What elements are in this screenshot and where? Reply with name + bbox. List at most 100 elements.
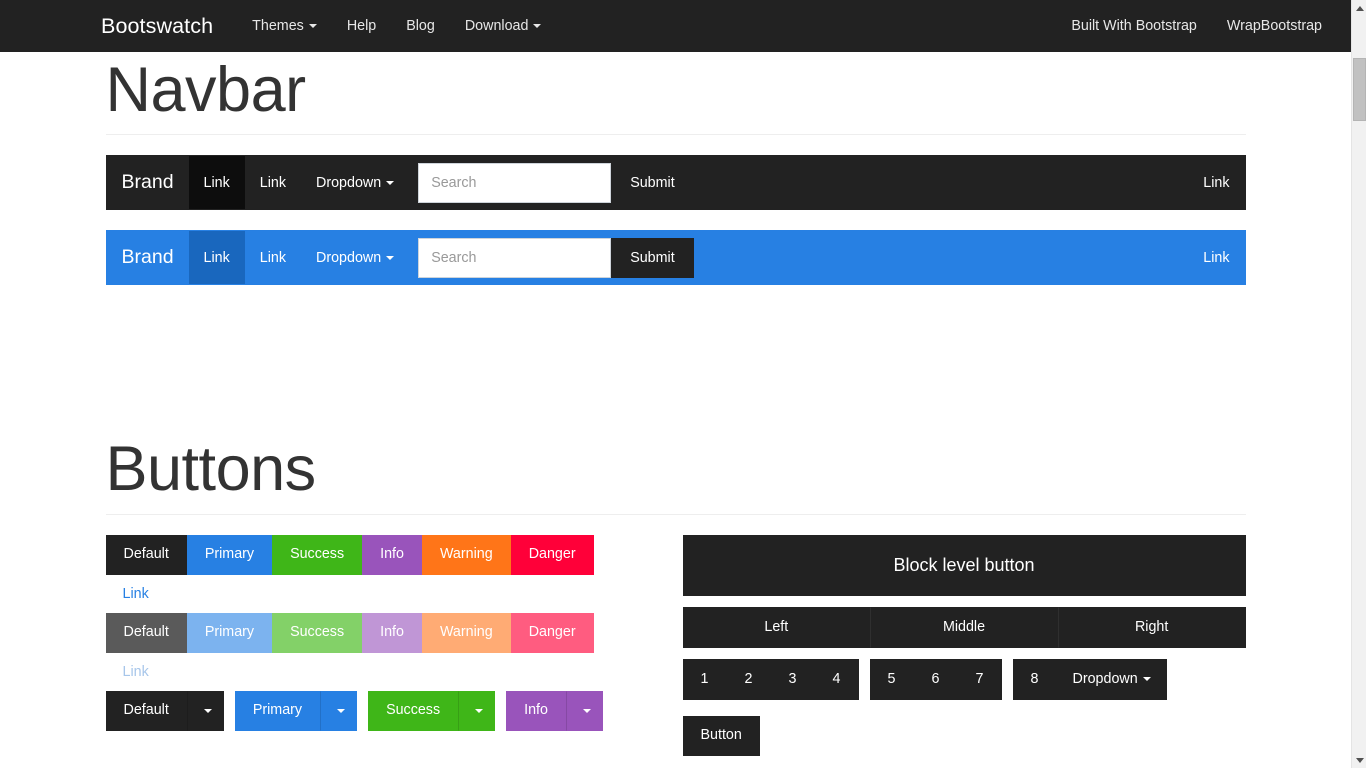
vertical-scrollbar[interactable]: [1351, 0, 1366, 768]
chevron-down-icon: [475, 708, 484, 713]
split-dropdown-success-main[interactable]: Success: [368, 690, 459, 731]
button-danger-disabled[interactable]: Danger: [510, 612, 594, 653]
submit-button[interactable]: Submit: [611, 162, 694, 203]
demo-navbar-dark-right-link[interactable]: Link: [1188, 156, 1244, 209]
demo-navbar-primary-link-active[interactable]: Link: [188, 231, 245, 285]
button-num-3[interactable]: 3: [770, 658, 815, 700]
page-content: Navbar Brand Link Link Dropdown Submit L…: [0, 52, 1351, 768]
site-brand-link[interactable]: Bootswatch: [101, 14, 213, 39]
nav-item-help[interactable]: Help: [332, 0, 391, 52]
button-num-4[interactable]: 4: [814, 658, 859, 700]
button-success-disabled[interactable]: Success: [272, 612, 363, 653]
chevron-down-icon: [203, 708, 212, 713]
button-success[interactable]: Success: [272, 534, 363, 575]
chevron-down-icon: [386, 180, 395, 185]
buttons-row: Default Primary Success Info Warning Dan…: [105, 534, 1246, 756]
nav-item-wrapbootstrap[interactable]: WrapBootstrap: [1212, 0, 1337, 52]
nav-item-themes[interactable]: Themes: [237, 0, 332, 52]
chevron-down-icon: [582, 708, 591, 713]
search-input[interactable]: [418, 237, 612, 278]
nav-item-download[interactable]: Download: [450, 0, 557, 52]
button-danger[interactable]: Danger: [510, 534, 594, 575]
site-navbar: Bootswatch Themes Help Blog Download Bui…: [0, 0, 1351, 52]
demo-navbar-dark-form: Submit: [409, 156, 694, 209]
button-default[interactable]: Default: [105, 534, 187, 575]
demo-navbar-dark-brand[interactable]: Brand: [107, 156, 189, 209]
numbered-button-group-1: 1 2 3 4: [682, 658, 859, 700]
numbered-button-group-3: 8 Dropdown: [1012, 658, 1167, 700]
demo-navbar-dark-dropdown[interactable]: Dropdown: [301, 156, 409, 209]
button-num-1[interactable]: 1: [682, 658, 727, 700]
split-dropdown-success: Success: [368, 690, 496, 731]
content-container: Navbar Brand Link Link Dropdown Submit L…: [105, 52, 1246, 756]
nav-item-blog[interactable]: Blog: [391, 0, 450, 52]
justified-button-group: Left Middle Right: [682, 606, 1246, 648]
demo-navbar-primary-right-link[interactable]: Link: [1188, 231, 1244, 284]
chevron-down-icon: [386, 255, 395, 260]
button-group-dropdown[interactable]: Dropdown: [1056, 658, 1167, 700]
button-default-disabled[interactable]: Default: [105, 612, 187, 653]
scroll-down-arrow-icon[interactable]: [1352, 752, 1366, 768]
split-dropdown-primary: Primary: [234, 690, 358, 731]
split-dropdown-info: Info: [506, 690, 603, 731]
demo-navbar-dark-right: Link: [1188, 156, 1244, 209]
buttons-left-column: Default Primary Success Info Warning Dan…: [105, 534, 669, 756]
block-level-button[interactable]: Block level button: [682, 534, 1246, 596]
button-warning-disabled[interactable]: Warning: [421, 612, 511, 653]
demo-navbar-primary-dropdown-label: Dropdown: [316, 249, 382, 266]
button-link-normal[interactable]: Link: [106, 575, 669, 613]
button-left[interactable]: Left: [682, 606, 871, 648]
button-num-7[interactable]: 7: [957, 658, 1002, 700]
demo-navbar-primary: Brand Link Link Dropdown Submit Link: [105, 230, 1246, 286]
button-num-6[interactable]: 6: [913, 658, 958, 700]
chevron-down-icon: [308, 24, 317, 29]
page-title-buttons: Buttons: [105, 434, 317, 505]
split-dropdown-default: Default: [105, 690, 224, 731]
demo-navbar-dark-link[interactable]: Link: [245, 156, 301, 209]
demo-navbar-dark-link-active[interactable]: Link: [188, 156, 245, 210]
button-primary[interactable]: Primary: [186, 534, 273, 575]
button-group-dropdown-label: Dropdown: [1072, 670, 1138, 687]
button-right[interactable]: Right: [1057, 606, 1246, 648]
demo-navbar-primary-brand[interactable]: Brand: [107, 231, 189, 284]
button-warning[interactable]: Warning: [421, 534, 511, 575]
search-input[interactable]: [418, 162, 612, 203]
submit-button[interactable]: Submit: [611, 237, 694, 278]
navbar-section-header: Navbar: [105, 52, 1246, 136]
buttons-right-column: Block level button Left Middle Right 1 2…: [682, 534, 1246, 756]
button-num-8[interactable]: 8: [1012, 658, 1057, 700]
lone-button[interactable]: Button: [682, 715, 760, 756]
chevron-down-icon: [337, 708, 346, 713]
button-info-disabled[interactable]: Info: [362, 612, 422, 653]
button-row-normal: Default Primary Success Info Warning Dan…: [105, 534, 669, 575]
demo-navbar-primary-form: Submit: [409, 231, 694, 284]
nav-item-download-label: Download: [464, 18, 529, 34]
button-middle[interactable]: Middle: [870, 606, 1058, 648]
chevron-down-icon: [533, 24, 542, 29]
nav-item-built-with-bootstrap[interactable]: Built With Bootstrap: [1056, 0, 1212, 52]
demo-navbar-primary-link[interactable]: Link: [245, 231, 301, 284]
button-primary-disabled[interactable]: Primary: [186, 612, 273, 653]
button-num-5[interactable]: 5: [869, 658, 914, 700]
demo-navbar-primary-right: Link: [1188, 231, 1244, 284]
numbered-button-group-2: 5 6 7: [869, 658, 1002, 700]
split-dropdown-primary-toggle[interactable]: [320, 690, 358, 731]
buttons-section-header: Buttons: [105, 434, 1246, 515]
split-dropdown-success-toggle[interactable]: [458, 690, 496, 731]
split-dropdown-default-main[interactable]: Default: [105, 690, 187, 731]
nav-item-themes-label: Themes: [252, 18, 304, 34]
demo-navbar-primary-dropdown[interactable]: Dropdown: [301, 231, 409, 284]
button-link-disabled[interactable]: Link: [106, 653, 669, 691]
scroll-up-arrow-icon[interactable]: [1352, 0, 1366, 16]
split-dropdown-row: Default Primary Success Info: [105, 690, 669, 731]
button-row-disabled: Default Primary Success Info Warning Dan…: [105, 612, 669, 653]
button-num-2[interactable]: 2: [726, 658, 771, 700]
demo-navbar-dark: Brand Link Link Dropdown Submit Link: [105, 155, 1246, 211]
split-dropdown-info-main[interactable]: Info: [506, 690, 566, 731]
scrollbar-thumb[interactable]: [1353, 58, 1366, 121]
button-info[interactable]: Info: [362, 534, 422, 575]
numbered-button-groups: 1 2 3 4 5 6 7 8 Dropdown: [682, 658, 1246, 700]
split-dropdown-info-toggle[interactable]: [565, 690, 603, 731]
split-dropdown-primary-main[interactable]: Primary: [234, 690, 321, 731]
split-dropdown-default-toggle[interactable]: [186, 690, 224, 731]
